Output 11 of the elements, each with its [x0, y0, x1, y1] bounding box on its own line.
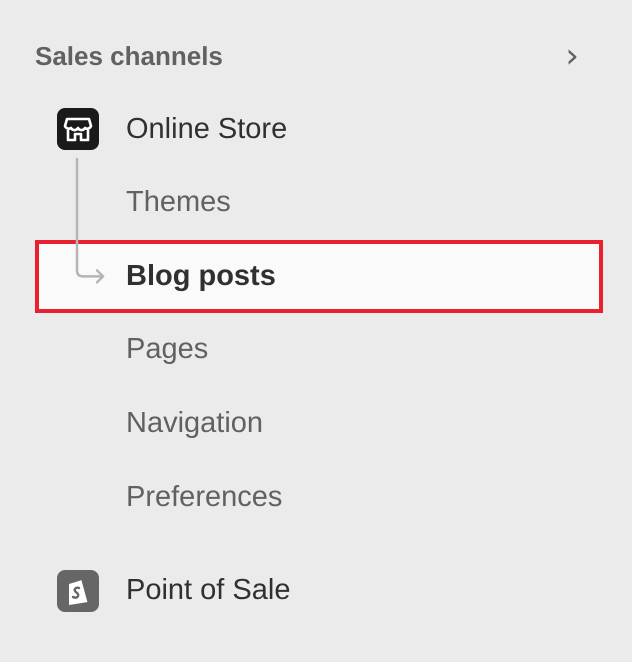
section-title: Sales channels	[35, 40, 223, 72]
channel-link[interactable]: Online Store	[126, 112, 288, 146]
nav-subitem[interactable]: Preferences	[35, 460, 603, 534]
nav-subitem[interactable]: Pages	[35, 313, 603, 387]
nav-subitem[interactable]: Blog posts	[35, 240, 603, 314]
shopping-bag-icon	[57, 570, 99, 612]
nav-subitem[interactable]: Navigation	[35, 386, 603, 460]
channel-link[interactable]: Point of Sale	[126, 574, 290, 608]
storefront-icon	[57, 108, 99, 150]
chevron-icon[interactable]: ›	[565, 39, 579, 73]
nav-subitem[interactable]: Themes	[35, 166, 603, 240]
